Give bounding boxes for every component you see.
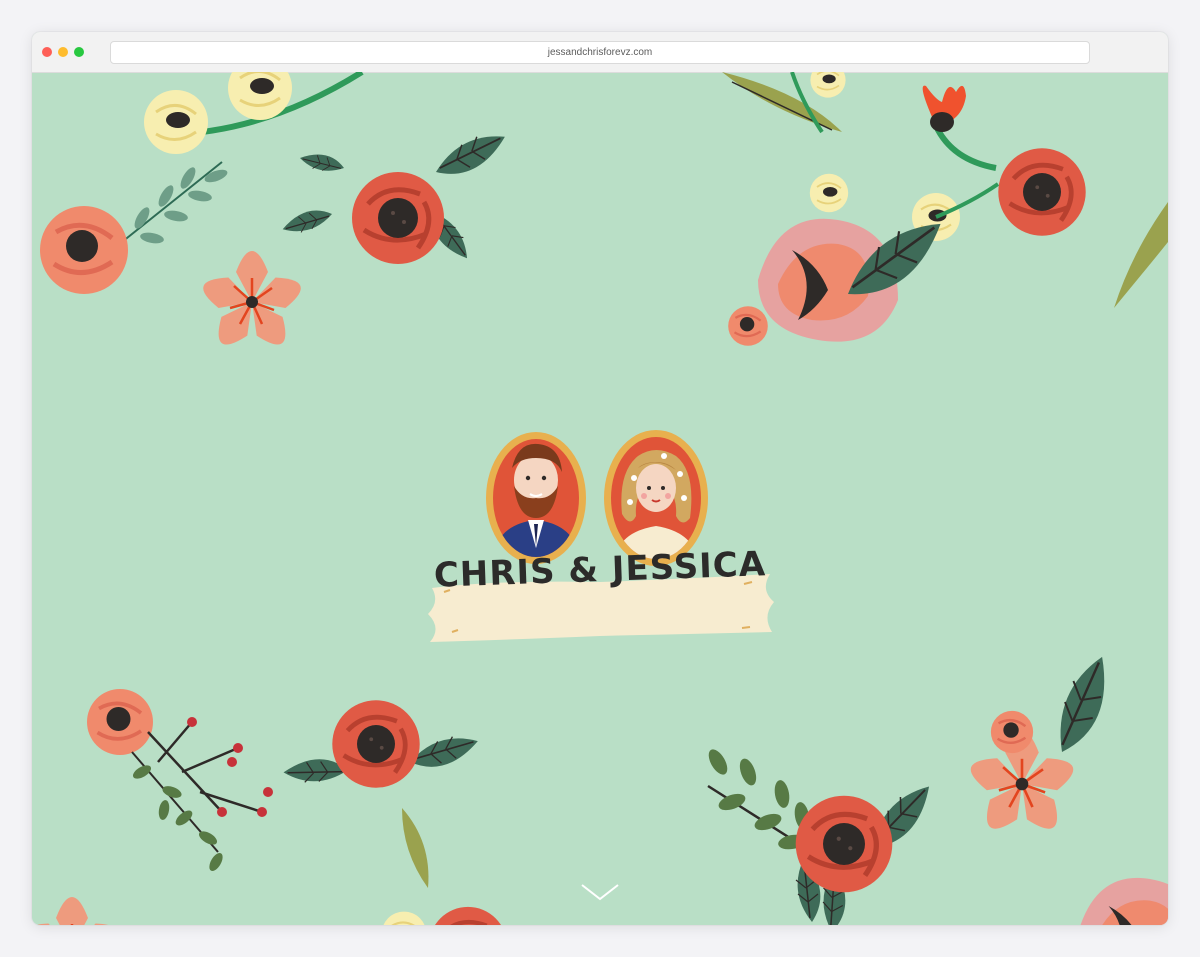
zoom-window-button[interactable] bbox=[74, 47, 84, 57]
close-window-button[interactable] bbox=[42, 47, 52, 57]
page-viewport: CHRIS & JESSICA bbox=[32, 72, 1168, 925]
address-bar[interactable]: jessandchrisforevz.com bbox=[110, 41, 1090, 64]
groom-portrait bbox=[486, 432, 586, 564]
browser-window: jessandchrisforevz.com CHRIS & JESSICA bbox=[32, 32, 1168, 925]
minimize-window-button[interactable] bbox=[58, 47, 68, 57]
browser-titlebar: jessandchrisforevz.com bbox=[32, 32, 1168, 73]
bride-portrait bbox=[604, 430, 708, 566]
chevron-down-icon[interactable] bbox=[580, 882, 620, 904]
hero-section: CHRIS & JESSICA bbox=[32, 72, 1168, 925]
